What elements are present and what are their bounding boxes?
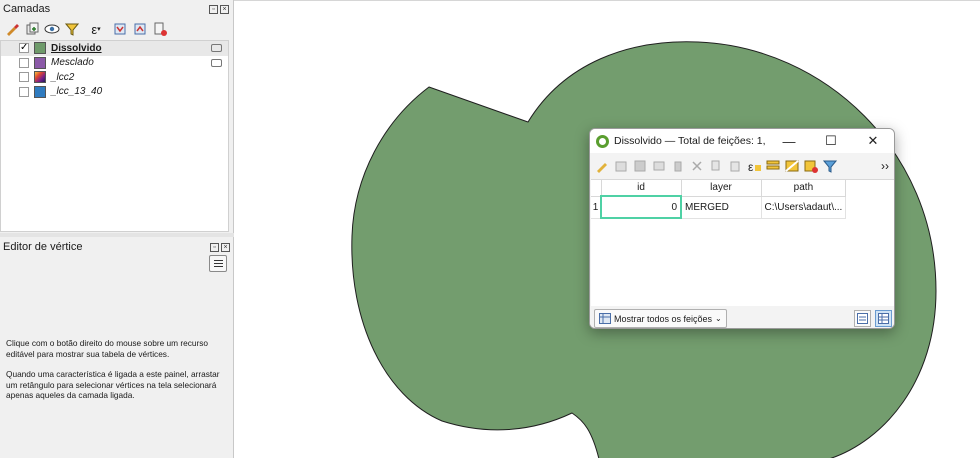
column-header-layer[interactable]: layer xyxy=(681,180,762,197)
layer-symbol-swatch xyxy=(34,56,46,69)
panel-splitter[interactable] xyxy=(0,233,234,237)
copy-icon[interactable] xyxy=(709,159,723,173)
save-edits-icon[interactable] xyxy=(633,159,647,173)
expression-filter-icon[interactable]: ε ▾ xyxy=(84,21,108,37)
help-paragraph-2: Quando uma característica é ligada a est… xyxy=(6,369,220,400)
attribute-table-titlebar[interactable]: Dissolvido — Total de feições: 1, Filtra… xyxy=(590,129,894,153)
layer-indicator-icon[interactable] xyxy=(211,58,222,67)
row-number[interactable]: 1 xyxy=(591,196,602,219)
minimize-button[interactable]: — xyxy=(768,129,810,153)
cut-icon[interactable] xyxy=(690,159,704,173)
form-view-icon xyxy=(857,313,868,324)
table-row[interactable]: 1 0 MERGED C:\Users\adaut\... xyxy=(591,195,847,219)
show-all-features-label: Mostrar todos os feições xyxy=(614,313,713,324)
svg-text:ε: ε xyxy=(748,160,754,173)
float-panel-button[interactable]: ▫ xyxy=(210,242,219,252)
hamburger-menu-icon[interactable] xyxy=(209,255,227,272)
attribute-table-footer: Mostrar todos os feições ⌄ xyxy=(590,307,894,328)
add-feature-icon[interactable] xyxy=(652,159,666,173)
qgis-logo-icon xyxy=(596,134,609,148)
add-group-icon[interactable] xyxy=(24,21,40,37)
layer-row-mesclado[interactable]: Mesclado xyxy=(1,56,228,71)
help-paragraph-1: Clique com o botão direito do mouse sobr… xyxy=(6,338,208,359)
toggle-editing-icon[interactable] xyxy=(595,159,609,173)
layer-name: Dissolvido xyxy=(51,42,102,54)
column-header-id[interactable]: id xyxy=(601,180,682,197)
layer-symbol-swatch xyxy=(34,85,46,98)
paste-icon[interactable] xyxy=(728,159,742,173)
close-button[interactable]: ✕ xyxy=(852,129,894,153)
header-row: id layer path xyxy=(591,180,847,197)
layer-indicator-icon[interactable] xyxy=(211,44,222,53)
vertex-editor-help: Clique com o botão direito do mouse sobr… xyxy=(6,338,228,411)
deselect-all-icon[interactable] xyxy=(804,159,818,173)
float-panel-button[interactable]: ▫ xyxy=(209,4,218,14)
raster-gradient-swatch xyxy=(34,71,46,84)
select-all-icon[interactable] xyxy=(766,159,780,173)
layer-name: _lcc_13_40 xyxy=(51,86,103,98)
layers-panel-header: Camadas ▫ × xyxy=(0,0,233,18)
filter-select-icon[interactable] xyxy=(823,159,837,173)
paint-style-icon[interactable] xyxy=(4,21,20,37)
layer-row-lcc2[interactable]: _lcc2 xyxy=(1,70,228,85)
vertex-panel-title: Editor de vértice xyxy=(3,241,83,253)
expand-all-icon[interactable] xyxy=(112,21,128,37)
remove-layer-icon[interactable] xyxy=(152,21,168,37)
layer-name: _lcc2 xyxy=(51,71,75,83)
attribute-table-toolbar: ε ›› xyxy=(590,153,894,179)
form-view-button[interactable] xyxy=(854,310,871,327)
cell-layer[interactable]: MERGED xyxy=(681,196,762,219)
vertex-panel-header: Editor de vértice ▫ × xyxy=(0,238,234,256)
layer-name: Mesclado xyxy=(51,57,94,69)
layer-visibility-checkbox[interactable] xyxy=(19,86,29,97)
layers-tree: ✓ Dissolvido Mesclado _lcc2 _lcc_13_40 xyxy=(0,40,229,232)
left-dock: Camadas ▫ × ε ▾ ✓ Dissolvido Mesclado _l… xyxy=(0,0,234,458)
invert-selection-icon[interactable] xyxy=(785,159,799,173)
collapse-all-icon[interactable] xyxy=(132,21,148,37)
eye-icon[interactable] xyxy=(44,21,60,37)
corner-header[interactable] xyxy=(591,180,602,197)
table-view-button[interactable] xyxy=(875,310,892,327)
filter-icon[interactable] xyxy=(64,21,80,37)
close-panel-button[interactable]: × xyxy=(220,4,229,14)
layer-row-lcc-13-40[interactable]: _lcc_13_40 xyxy=(1,85,228,100)
maximize-button[interactable]: ☐ xyxy=(810,129,852,153)
layer-row-dissolvido[interactable]: ✓ Dissolvido xyxy=(1,41,228,56)
table-view-icon xyxy=(878,313,889,324)
cell-path[interactable]: C:\Users\adaut\... xyxy=(761,196,847,219)
layer-visibility-checkbox[interactable] xyxy=(19,72,29,83)
attribute-table-window: Dissolvido — Total de feições: 1, Filtra… xyxy=(589,128,895,329)
attribute-grid[interactable]: id layer path 1 0 MERGED C:\Users\adaut\… xyxy=(591,179,894,306)
qgis-window: Camadas ▫ × ε ▾ ✓ Dissolvido Mesclado _l… xyxy=(0,0,980,458)
close-panel-button[interactable]: × xyxy=(221,242,230,252)
layer-visibility-checkbox[interactable] xyxy=(19,57,29,68)
vertex-editor-panel: Editor de vértice ▫ × Clique com o botão… xyxy=(0,238,234,458)
column-header-path[interactable]: path xyxy=(761,180,847,197)
more-tools-icon[interactable]: ›› xyxy=(881,159,889,173)
layer-symbol-swatch xyxy=(34,42,46,55)
table-icon xyxy=(599,313,611,324)
expression-select-icon[interactable]: ε xyxy=(747,159,761,173)
attribute-table: id layer path 1 0 MERGED C:\Users\adaut\… xyxy=(591,180,847,219)
delete-feature-icon[interactable] xyxy=(671,159,685,173)
attribute-table-title: Dissolvido — Total de feições: 1, Filtra… xyxy=(614,135,768,147)
cell-id[interactable]: 0 xyxy=(600,195,682,219)
layer-visibility-checkbox[interactable]: ✓ xyxy=(19,43,29,54)
layers-toolbar: ε ▾ xyxy=(0,18,233,40)
dropdown-arrow-icon: ⌄ xyxy=(715,314,722,323)
multi-edit-icon[interactable] xyxy=(614,159,628,173)
show-all-features-dropdown[interactable]: Mostrar todos os feições ⌄ xyxy=(594,309,727,328)
layers-panel-title: Camadas xyxy=(3,3,51,15)
